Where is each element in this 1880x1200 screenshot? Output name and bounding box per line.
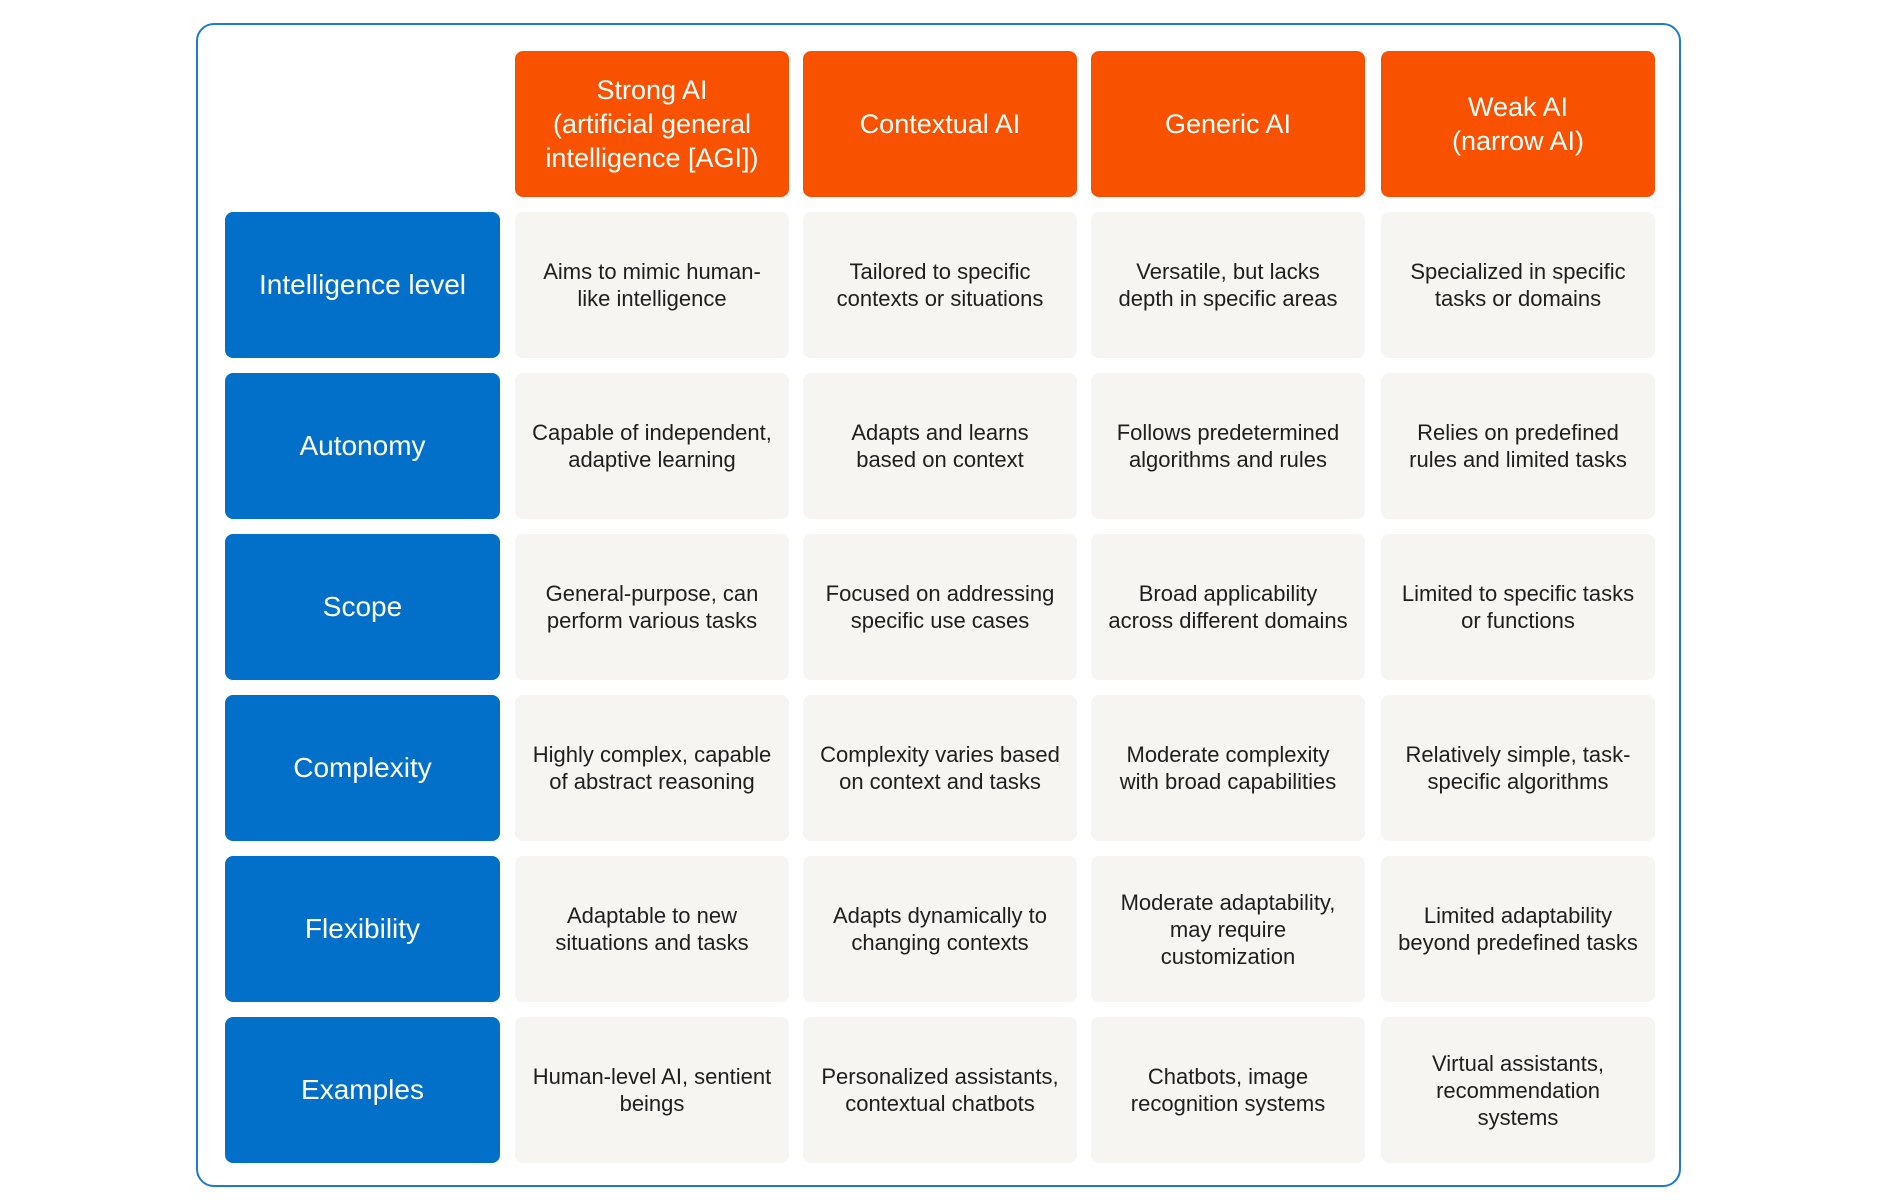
table-cell: Limited to specific tasks or functions <box>1381 534 1655 680</box>
column-header: Contextual AI <box>803 51 1077 197</box>
table-cell: Capable of independent, adaptive learnin… <box>515 373 789 519</box>
table-cell: Adapts and learns based on context <box>803 373 1077 519</box>
row-label: Complexity <box>225 695 500 841</box>
row-label: Flexibility <box>225 856 500 1002</box>
table-cell: Versatile, but lacks depth in specific a… <box>1091 212 1365 358</box>
table-cell: Moderate complexity with broad capabilit… <box>1091 695 1365 841</box>
table-cell: Follows predetermined algorithms and rul… <box>1091 373 1365 519</box>
row-label: Examples <box>225 1017 500 1163</box>
table-cell: Specialized in specific tasks or domains <box>1381 212 1655 358</box>
table-cell: Moderate adaptability, may require custo… <box>1091 856 1365 1002</box>
table-cell: Relatively simple, task-specific algorit… <box>1381 695 1655 841</box>
table-cell: Personalized assistants, contextual chat… <box>803 1017 1077 1163</box>
row-label: Intelligence level <box>225 212 500 358</box>
column-header: Strong AI (artificial general intelligen… <box>515 51 789 197</box>
row-label: Scope <box>225 534 500 680</box>
table-cell: General-purpose, can perform various tas… <box>515 534 789 680</box>
table-cell: Tailored to specific contexts or situati… <box>803 212 1077 358</box>
table-cell: Relies on predefined rules and limited t… <box>1381 373 1655 519</box>
table-cell: Complexity varies based on context and t… <box>803 695 1077 841</box>
column-header: Generic AI <box>1091 51 1365 197</box>
table-cell: Adapts dynamically to changing contexts <box>803 856 1077 1002</box>
table-cell: Chatbots, image recognition systems <box>1091 1017 1365 1163</box>
table-cell: Human-level AI, sentient beings <box>515 1017 789 1163</box>
table-cell: Adaptable to new situations and tasks <box>515 856 789 1002</box>
table-cell: Virtual assistants, recommendation syste… <box>1381 1017 1655 1163</box>
table-cell: Focused on addressing specific use cases <box>803 534 1077 680</box>
table-cell: Limited adaptability beyond predefined t… <box>1381 856 1655 1002</box>
table-cell: Highly complex, capable of abstract reas… <box>515 695 789 841</box>
table-cell: Aims to mimic human-like intelligence <box>515 212 789 358</box>
table-cell: Broad applicability across different dom… <box>1091 534 1365 680</box>
column-header: Weak AI (narrow AI) <box>1381 51 1655 197</box>
row-label: Autonomy <box>225 373 500 519</box>
